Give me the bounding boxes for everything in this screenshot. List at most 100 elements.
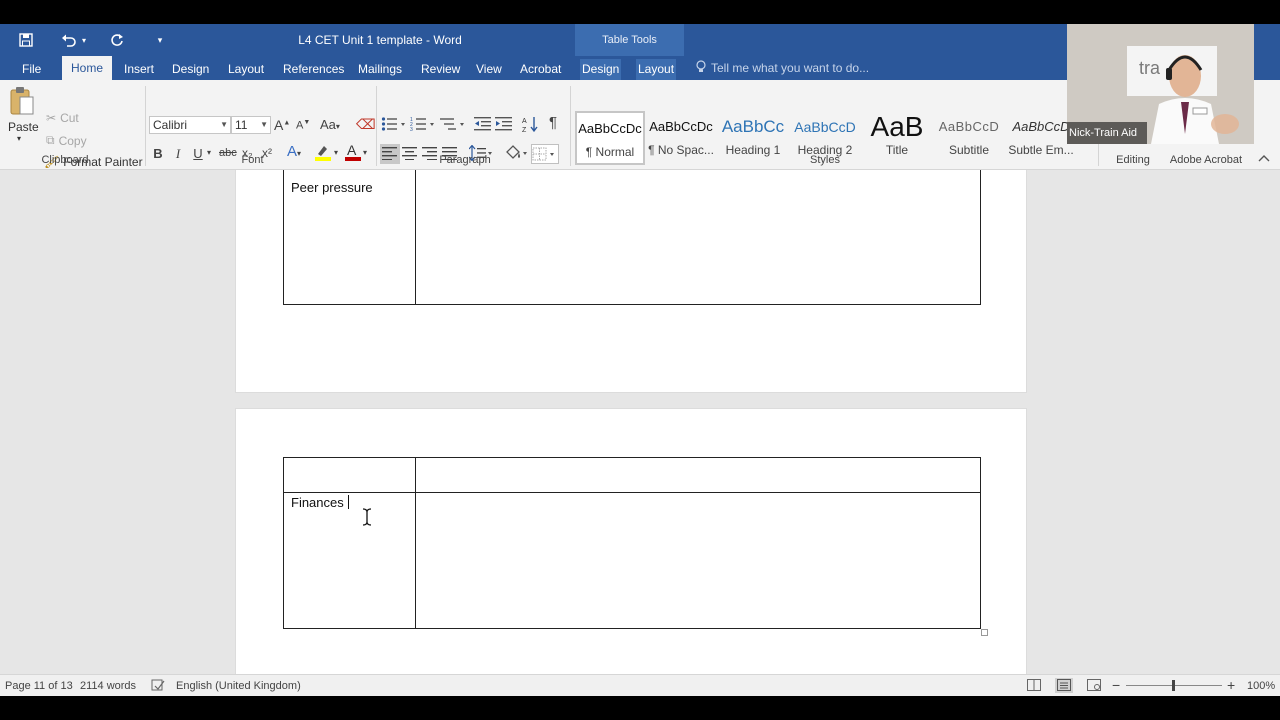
styles-group-label: Styles — [810, 154, 840, 166]
style-preview: AaBbCcDc — [649, 119, 713, 134]
tab-references[interactable]: References — [281, 59, 346, 80]
page: Finances — [235, 408, 1027, 674]
style-subtle-emphasis[interactable]: AaBbCcD Subtle Em... — [1006, 111, 1076, 165]
svg-text:3: 3 — [410, 127, 413, 132]
ribbon-separator — [376, 86, 377, 166]
text-cursor — [347, 495, 349, 509]
zoom-out-icon[interactable]: − — [1112, 677, 1120, 693]
tab-mailings[interactable]: Mailings — [356, 59, 404, 80]
table-cell[interactable] — [283, 492, 416, 629]
tab-design[interactable]: Design — [170, 59, 211, 80]
numbering-icon[interactable]: 123 — [410, 116, 436, 135]
tab-acrobat[interactable]: Acrobat — [518, 59, 563, 80]
table-cell[interactable] — [415, 170, 981, 305]
collapse-ribbon-icon[interactable] — [1258, 151, 1270, 165]
style-name: Subtitle — [948, 143, 990, 157]
tell-me-search[interactable]: Tell me what you want to do... — [696, 60, 869, 76]
document-canvas[interactable]: Peer pressure Finances — [0, 170, 1280, 674]
bold-icon[interactable]: B — [152, 146, 164, 161]
text-effects-icon[interactable]: A▾ — [287, 143, 301, 160]
paste-dropdown-icon[interactable]: ▾ — [17, 134, 21, 143]
table-cell[interactable] — [283, 457, 416, 493]
style-preview: AaBbCcDc — [578, 121, 642, 136]
page: Peer pressure — [235, 170, 1027, 393]
style-heading-1[interactable]: AaBbCc Heading 1 — [718, 111, 788, 165]
style-subtitle[interactable]: AaBbCcD Subtitle — [934, 111, 1004, 165]
paste-icon[interactable] — [8, 86, 36, 119]
zoom-slider-handle[interactable] — [1172, 680, 1175, 691]
style-no-spacing[interactable]: AaBbCcDc ¶ No Spac... — [646, 111, 716, 165]
style-preview: AaBbCcD — [1012, 119, 1070, 134]
paste-button[interactable]: Paste — [8, 120, 39, 134]
style-title[interactable]: AaB Title — [862, 111, 932, 165]
style-name: Subtle Em... — [1008, 143, 1074, 157]
multilevel-list-icon[interactable] — [440, 116, 466, 135]
page-count[interactable]: Page 11 of 13 — [5, 680, 73, 692]
tab-review[interactable]: Review — [419, 59, 462, 80]
lightbulb-icon — [696, 60, 706, 76]
font-family-combo[interactable]: Calibri ▼ — [149, 116, 231, 134]
ribbon-separator — [145, 86, 146, 166]
style-name: Title — [885, 143, 909, 157]
underline-icon[interactable]: U — [192, 146, 204, 161]
copy-icon: ⧉ — [46, 133, 55, 147]
style-name: ¶ No Spac... — [648, 143, 714, 157]
style-normal[interactable]: AaBbCcDc ¶ Normal — [575, 111, 645, 165]
print-layout-icon[interactable] — [1055, 678, 1073, 693]
language[interactable]: English (United Kingdom) — [176, 680, 301, 692]
align-left-icon[interactable] — [380, 144, 400, 164]
shrink-font-icon[interactable]: A▼ — [296, 119, 310, 132]
align-center-icon[interactable] — [402, 146, 418, 163]
font-family-value: Calibri — [153, 118, 188, 132]
tab-file[interactable]: File — [20, 59, 43, 80]
italic-icon[interactable]: I — [172, 146, 184, 162]
underline-dropdown-icon[interactable]: ▾ — [207, 148, 211, 157]
ibeam-cursor-icon — [362, 508, 372, 531]
copy-button[interactable]: ⧉ Copy — [46, 133, 87, 148]
table-resize-handle[interactable] — [981, 629, 988, 636]
table-cell[interactable] — [415, 492, 981, 629]
table-tools-label: Table Tools — [602, 34, 657, 46]
borders-icon[interactable] — [531, 144, 559, 164]
font-size-value: 11 — [235, 118, 248, 132]
read-mode-icon[interactable] — [1027, 679, 1041, 694]
tab-table-design[interactable]: Design — [580, 59, 622, 80]
editing-group[interactable]: Editing — [1108, 154, 1158, 166]
style-name: ¶ Normal — [585, 145, 635, 159]
table-cell[interactable] — [415, 457, 981, 493]
tab-view[interactable]: View — [474, 59, 504, 80]
grow-font-icon[interactable]: A▲ — [274, 117, 290, 133]
tab-layout[interactable]: Layout — [226, 59, 266, 80]
increase-indent-icon[interactable] — [495, 116, 513, 135]
tab-table-layout[interactable]: Layout — [636, 59, 677, 80]
show-formatting-marks-icon[interactable]: ¶ — [549, 114, 557, 131]
tab-home[interactable]: Home — [62, 56, 113, 80]
font-size-combo[interactable]: 11 ▼ — [231, 116, 271, 134]
word-count[interactable]: 2114 words — [80, 680, 136, 692]
zoom-level[interactable]: 100% — [1247, 680, 1275, 692]
clear-formatting-icon[interactable]: ⌫ — [356, 116, 376, 133]
cut-button[interactable]: ✂ Cut — [46, 111, 79, 125]
ribbon-separator — [570, 86, 571, 166]
svg-text:A: A — [347, 142, 357, 158]
sort-icon[interactable]: AZ — [522, 115, 540, 136]
shading-icon[interactable] — [503, 144, 529, 165]
presenter-name: Nick-Train Aid — [1069, 127, 1138, 139]
proofing-icon[interactable] — [151, 678, 165, 695]
web-layout-icon[interactable] — [1087, 679, 1101, 694]
font-color-dropdown-icon[interactable]: ▾ — [363, 148, 367, 157]
bullets-icon[interactable] — [381, 116, 407, 135]
font-group-label: Font — [241, 154, 264, 166]
change-case-icon[interactable]: Aa▾ — [320, 117, 340, 132]
highlight-color-icon[interactable] — [313, 143, 335, 164]
background-sign-text: tra — [1139, 58, 1161, 78]
presenter-video: tra — [1067, 24, 1254, 144]
tab-insert[interactable]: Insert — [122, 59, 156, 80]
style-preview: AaBbCcD — [794, 119, 856, 135]
adobe-acrobat-group[interactable]: Adobe Acrobat — [1166, 154, 1246, 166]
font-color-icon[interactable]: A — [344, 142, 362, 165]
style-preview: AaB — [870, 111, 924, 142]
highlight-dropdown-icon[interactable]: ▾ — [334, 148, 338, 157]
zoom-in-icon[interactable]: + — [1227, 677, 1235, 693]
decrease-indent-icon[interactable] — [474, 116, 492, 135]
